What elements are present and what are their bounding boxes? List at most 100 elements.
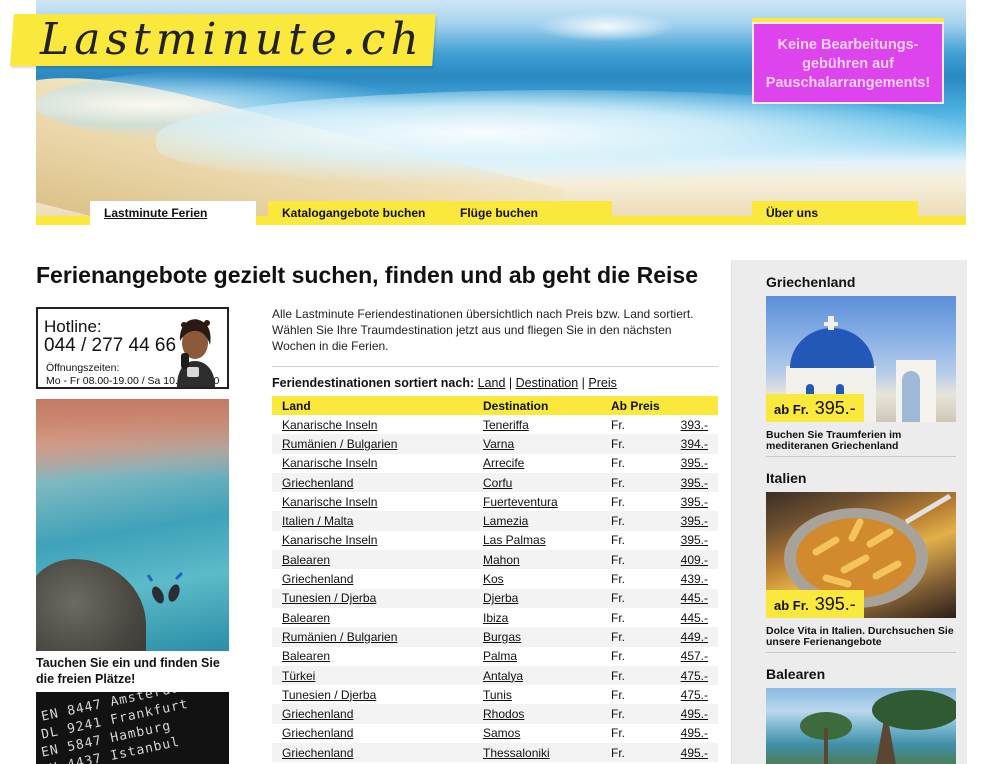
destination-link[interactable]: Varna bbox=[483, 437, 514, 451]
table-row: Rumänien / Bulgarien Burgas Fr. 449.- bbox=[272, 627, 718, 647]
cell-currency: Fr. bbox=[611, 649, 625, 664]
cell-price: 445.- bbox=[649, 608, 718, 627]
price-link[interactable]: 395.- bbox=[681, 476, 708, 490]
price-link[interactable]: 457.- bbox=[681, 649, 708, 663]
rock bbox=[36, 559, 146, 651]
land-link[interactable]: Tunesien / Djerba bbox=[282, 591, 376, 605]
destination-link[interactable]: Rhodos bbox=[483, 707, 524, 721]
snorkel-caption[interactable]: Tauchen Sie ein und finden Sie die freie… bbox=[36, 655, 236, 687]
cell-price: 395.- bbox=[649, 511, 718, 531]
destination-link[interactable]: Thessaloniki bbox=[483, 746, 550, 760]
cell-destination: Lamezia bbox=[473, 511, 601, 531]
land-link[interactable]: Kanarische Inseln bbox=[282, 418, 377, 432]
destination-link[interactable]: Las Palmas bbox=[483, 533, 546, 547]
snorkel-photo[interactable] bbox=[36, 399, 229, 651]
price-link[interactable]: 475.- bbox=[681, 688, 708, 702]
sort-by-preis-link[interactable]: Preis bbox=[588, 376, 616, 390]
destination-link[interactable]: Teneriffa bbox=[483, 418, 529, 432]
destination-link[interactable]: Antalya bbox=[483, 669, 523, 683]
destination-link[interactable]: Corfu bbox=[483, 476, 512, 490]
cell-destination: Teneriffa bbox=[473, 415, 601, 434]
table-row: Griechenland Corfu Fr. 395.- bbox=[272, 472, 718, 493]
price-link[interactable]: 395.- bbox=[681, 495, 708, 509]
table-row: Griechenland Thessaloniki Fr. 495.- bbox=[272, 743, 718, 763]
destination-link[interactable]: Tunis bbox=[483, 688, 512, 702]
price-link[interactable]: 445.- bbox=[681, 591, 708, 605]
price-link[interactable]: 475.- bbox=[681, 669, 708, 683]
sidebar-title-italien: Italien bbox=[766, 470, 807, 486]
page-title: Ferienangebote gezielt suchen, finden un… bbox=[36, 262, 698, 288]
land-link[interactable]: Italien / Malta bbox=[282, 514, 353, 528]
land-link[interactable]: Griechenland bbox=[282, 726, 353, 740]
land-link[interactable]: Griechenland bbox=[282, 707, 353, 721]
divider bbox=[272, 366, 718, 367]
price-link[interactable]: 439.- bbox=[681, 572, 708, 586]
cell-currency: Fr. bbox=[611, 687, 625, 702]
destination-link[interactable]: Arrecife bbox=[483, 456, 524, 470]
tab-ueber-uns[interactable]: Über uns bbox=[752, 201, 918, 225]
site-logo[interactable]: Lastminute.ch bbox=[40, 14, 424, 66]
price-link[interactable]: 395.- bbox=[681, 456, 708, 470]
destination-link[interactable]: Mahon bbox=[483, 553, 520, 567]
price-amount: 395.- bbox=[814, 398, 856, 418]
sort-label: Feriendestinationen sortiert nach: bbox=[272, 376, 475, 390]
destination-link[interactable]: Burgas bbox=[483, 630, 521, 644]
table-row: Balearen Ibiza Fr. 445.- bbox=[272, 608, 718, 627]
tab-lastminute-ferien[interactable]: Lastminute Ferien bbox=[90, 201, 256, 225]
sidebar-image-italien[interactable]: ab Fr. 395.- bbox=[766, 492, 956, 618]
destination-link[interactable]: Fuerteventura bbox=[483, 495, 558, 509]
table-row: Tunesien / Djerba Tunis Fr. 475.- bbox=[272, 685, 718, 704]
land-link[interactable]: Rumänien / Bulgarien bbox=[282, 437, 397, 451]
sort-by-destination-link[interactable]: Destination bbox=[516, 376, 579, 390]
land-link[interactable]: Griechenland bbox=[282, 572, 353, 586]
price-link[interactable]: 409.- bbox=[681, 553, 708, 567]
cell-land: Kanarische Inseln bbox=[272, 454, 473, 473]
sidebar-image-griechenland[interactable]: ab Fr. 395.- bbox=[766, 296, 956, 422]
land-link[interactable]: Rumänien / Bulgarien bbox=[282, 630, 397, 644]
land-link[interactable]: Türkei bbox=[282, 669, 315, 683]
sidebar-image-balearen[interactable] bbox=[766, 688, 956, 764]
tab-fluege-buchen[interactable]: Flüge buchen bbox=[446, 201, 612, 225]
pine-tree-icon bbox=[800, 690, 956, 764]
price-link[interactable]: 395.- bbox=[681, 533, 708, 547]
price-link[interactable]: 394.- bbox=[681, 437, 708, 451]
price-link[interactable]: 495.- bbox=[681, 746, 708, 760]
destination-link[interactable]: Palma bbox=[483, 649, 517, 663]
destination-link[interactable]: Lamezia bbox=[483, 514, 528, 528]
flight-board-photo[interactable]: EN 8447 Amsterdam DL 9241 Frankfurt EN 5… bbox=[36, 692, 229, 764]
snorkeler-icon bbox=[146, 571, 184, 604]
price-link[interactable]: 495.- bbox=[681, 726, 708, 740]
cell-price: 439.- bbox=[649, 569, 718, 588]
sidebar-caption-italien[interactable]: Dolce Vita in Italien. Durchsuchen Sie u… bbox=[766, 626, 956, 648]
destination-link[interactable]: Samos bbox=[483, 726, 520, 740]
destination-link[interactable]: Kos bbox=[483, 572, 504, 586]
land-link[interactable]: Balearen bbox=[282, 553, 330, 567]
sidebar-price-badge: ab Fr. 395.- bbox=[766, 590, 864, 618]
price-link[interactable]: 445.- bbox=[681, 611, 708, 625]
promo-badge: Keine Bearbeitungs-gebühren auf Pauschal… bbox=[752, 18, 944, 104]
land-link[interactable]: Kanarische Inseln bbox=[282, 533, 377, 547]
land-link[interactable]: Balearen bbox=[282, 611, 330, 625]
price-link[interactable]: 449.- bbox=[681, 630, 708, 644]
cell-destination: Varna bbox=[473, 434, 601, 454]
land-link[interactable]: Griechenland bbox=[282, 746, 353, 760]
price-link[interactable]: 393.- bbox=[681, 418, 708, 432]
price-link[interactable]: 395.- bbox=[681, 514, 708, 528]
land-link[interactable]: Kanarische Inseln bbox=[282, 495, 377, 509]
cell-land: Griechenland bbox=[272, 743, 473, 763]
land-link[interactable]: Balearen bbox=[282, 649, 330, 663]
destination-link[interactable]: Djerba bbox=[483, 591, 518, 605]
sidebar-caption-griechenland[interactable]: Buchen Sie Traumferien im mediteranen Gr… bbox=[766, 430, 956, 452]
land-link[interactable]: Tunesien / Djerba bbox=[282, 688, 376, 702]
price-link[interactable]: 495.- bbox=[681, 707, 708, 721]
cell-price: 395.- bbox=[649, 492, 718, 511]
land-link[interactable]: Kanarische Inseln bbox=[282, 456, 377, 470]
land-link[interactable]: Griechenland bbox=[282, 476, 353, 490]
cell-land: Balearen bbox=[272, 647, 473, 666]
tab-katalogangebote[interactable]: Katalogangebote buchen bbox=[268, 201, 446, 225]
hotline-hours-label: Öffnungszeiten: bbox=[46, 362, 120, 374]
sort-by-land-link[interactable]: Land bbox=[478, 376, 506, 390]
table-row: Kanarische Inseln Arrecife Fr. 395.- bbox=[272, 454, 718, 473]
destination-link[interactable]: Ibiza bbox=[483, 611, 508, 625]
cell-currency: Fr. bbox=[601, 472, 649, 493]
